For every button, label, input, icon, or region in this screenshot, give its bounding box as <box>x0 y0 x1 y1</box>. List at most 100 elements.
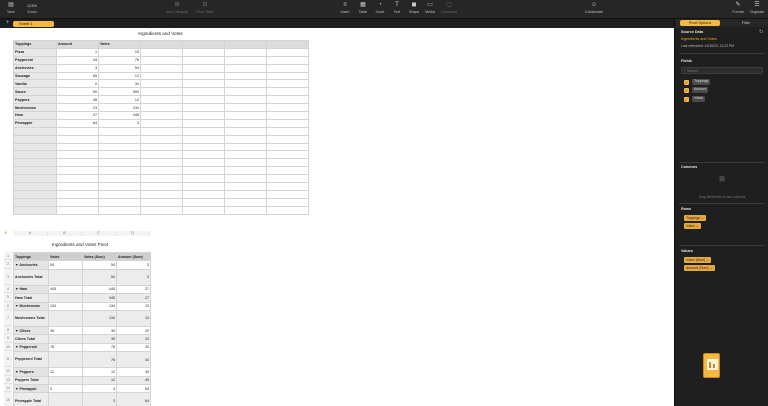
table-cell[interactable] <box>182 166 225 176</box>
table-cell[interactable] <box>266 126 309 136</box>
pivot-table[interactable]: Toppings Votes Votes (Sum) Amount (Sum) ▼ An… <box>13 251 151 406</box>
table-cell[interactable] <box>266 197 309 207</box>
pivot-value-cell[interactable]: 34 <box>116 351 151 369</box>
table-cell[interactable]: Pepperoni <box>13 55 57 65</box>
table-cell[interactable] <box>140 166 183 176</box>
table-cell[interactable] <box>182 63 225 73</box>
table-cell[interactable] <box>140 63 183 73</box>
table-cell[interactable] <box>224 118 267 128</box>
table-cell[interactable] <box>266 150 309 160</box>
pivot-value-cell[interactable]: 445 <box>82 284 117 295</box>
table-cell[interactable] <box>224 205 267 215</box>
table-cell[interactable] <box>182 55 225 65</box>
table-cell[interactable] <box>140 205 183 215</box>
pivot-value-cell[interactable]: 64 <box>116 383 151 394</box>
table-cell[interactable] <box>224 134 267 144</box>
value-field-votes-sum[interactable]: Votes (Sum)⌄ <box>684 257 712 263</box>
header-cell[interactable]: Votes <box>98 40 141 49</box>
zoom-button[interactable]: 124% Zoom <box>22 2 42 14</box>
table-cell[interactable] <box>182 95 225 105</box>
pivot-value-cell[interactable] <box>48 309 83 327</box>
pivot-value-cell[interactable]: 64 <box>116 392 151 406</box>
row-header[interactable]: 5 <box>4 293 12 302</box>
pivot-label-cell[interactable]: ▼ Anchovies <box>13 260 49 270</box>
table-cell[interactable] <box>140 79 183 89</box>
pivot-value-cell[interactable]: 27 <box>116 284 151 295</box>
table-cell[interactable] <box>224 95 267 105</box>
header-cell[interactable] <box>140 40 183 49</box>
pivot-value-cell[interactable]: 76 <box>82 342 117 353</box>
row-header[interactable]: 14 <box>4 383 12 393</box>
pivot-value-cell[interactable]: 45 <box>116 367 151 377</box>
pivot-label-cell[interactable]: Anchovies Total <box>13 268 49 286</box>
table-cell[interactable] <box>56 197 99 207</box>
table-cell[interactable] <box>266 205 309 215</box>
pivot-value-cell[interactable]: 76 <box>82 351 117 369</box>
fields-search-input[interactable]: ⌕ Search <box>681 67 763 74</box>
table-cell[interactable] <box>140 134 183 144</box>
header-cell[interactable] <box>266 40 309 49</box>
table-cell[interactable] <box>140 71 183 81</box>
header-cell[interactable] <box>182 40 225 49</box>
table-cell[interactable] <box>182 71 225 81</box>
media-button[interactable]: ▭ Media <box>423 2 437 14</box>
table-cell[interactable] <box>13 205 57 215</box>
table-cell[interactable]: 0 <box>56 79 99 89</box>
pivot-value-cell[interactable]: 13 <box>116 301 151 311</box>
table-cell[interactable] <box>182 47 225 57</box>
add-category-button[interactable]: ⊞ Add Category <box>164 2 190 14</box>
table-cell[interactable]: 13 <box>56 103 99 113</box>
table-cell[interactable] <box>140 111 183 120</box>
pivot-label-cell[interactable]: Pepperoni Total <box>13 351 49 369</box>
table-cell[interactable] <box>13 134 57 144</box>
table-cell[interactable] <box>224 174 267 184</box>
pivot-value-cell[interactable]: Votes (Sum) <box>82 251 117 262</box>
add-sheet-button[interactable]: + <box>4 20 11 27</box>
table-cell[interactable]: 12 <box>98 71 141 81</box>
pivot-value-cell[interactable]: 35 <box>82 334 117 344</box>
table-cell[interactable] <box>266 166 309 176</box>
table-cell[interactable] <box>266 134 309 144</box>
table-cell[interactable] <box>98 142 141 152</box>
table-cell[interactable] <box>224 182 267 191</box>
table-cell[interactable]: Ham <box>13 111 57 120</box>
row-header[interactable]: 1 <box>4 252 12 261</box>
pivot-value-cell[interactable]: 3 <box>82 383 117 394</box>
table-cell[interactable]: 12 <box>98 95 141 105</box>
table-cell[interactable] <box>13 126 57 136</box>
pivot-value-cell[interactable]: 134 <box>82 309 117 327</box>
table-cell[interactable] <box>98 166 141 176</box>
table-cell[interactable] <box>224 103 267 113</box>
table-cell[interactable] <box>266 95 309 105</box>
table-cell[interactable]: Sauce <box>13 87 57 97</box>
view-button[interactable]: ▤ View <box>4 2 18 14</box>
table-cell[interactable] <box>182 87 225 97</box>
table-cell[interactable] <box>224 166 267 176</box>
table-cell[interactable] <box>266 79 309 89</box>
table-cell[interactable] <box>13 182 57 191</box>
table-cell[interactable]: Anchovies <box>13 63 57 73</box>
pivot-value-cell[interactable]: 3 <box>82 392 117 406</box>
row-header[interactable]: 12 <box>4 367 12 376</box>
table-cell[interactable]: 64 <box>56 118 99 128</box>
table-cell[interactable] <box>56 182 99 191</box>
header-cell[interactable]: Toppings <box>13 40 57 49</box>
table-cell[interactable] <box>140 142 183 152</box>
pivot-value-cell[interactable]: 54 <box>48 260 83 270</box>
table-cell[interactable] <box>224 197 267 207</box>
format-button[interactable]: ✎ Format <box>730 2 746 14</box>
field-votes[interactable]: ✓ Votes <box>684 96 705 102</box>
table-cell[interactable] <box>182 126 225 136</box>
pivot-table-button[interactable]: ⊟ Pivot Table <box>192 2 218 14</box>
pivot-value-cell[interactable]: 23 <box>116 334 151 344</box>
table-cell[interactable] <box>224 71 267 81</box>
pivot-value-cell[interactable]: 54 <box>82 268 117 286</box>
row-header[interactable]: 3 <box>4 268 12 285</box>
table-cell[interactable]: 3 <box>56 63 99 73</box>
table-cell[interactable] <box>98 182 141 191</box>
numbers-app-icon[interactable] <box>703 353 720 378</box>
table-cell[interactable] <box>224 126 267 136</box>
table-cell[interactable] <box>13 142 57 152</box>
pivot-value-cell[interactable]: 3 <box>48 383 83 394</box>
pivot-value-cell[interactable]: 35 <box>48 325 83 336</box>
